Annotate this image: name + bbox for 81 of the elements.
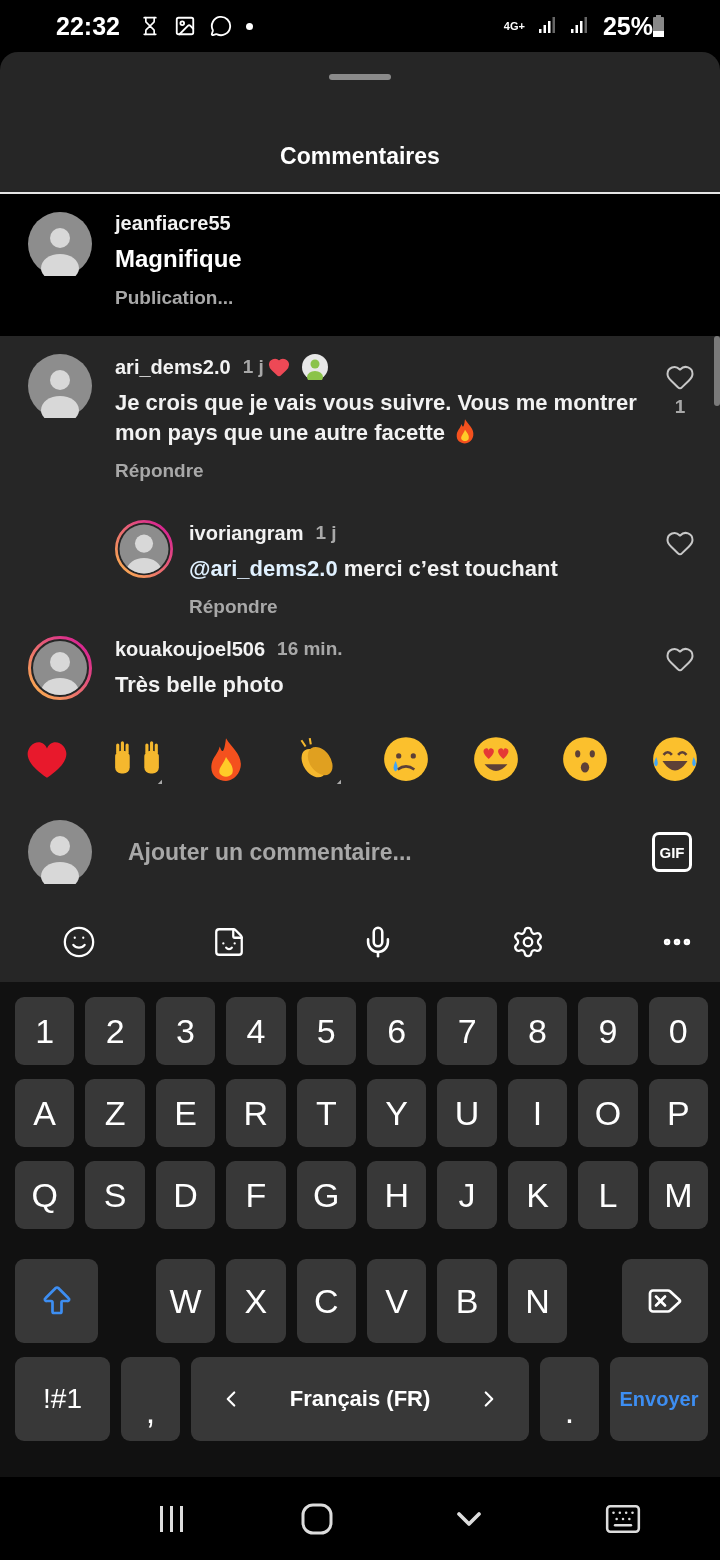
comment-text: Très belle photo	[115, 671, 285, 699]
keyboard-key[interactable]: Y	[367, 1079, 427, 1147]
keyboard-key[interactable]: D	[155, 1161, 216, 1229]
keyboard-key[interactable]: Q	[15, 1161, 75, 1229]
keyboard-key[interactable]: G	[296, 1161, 356, 1229]
like-count: 1	[674, 396, 686, 418]
keyboard-key[interactable]: Z	[85, 1079, 145, 1147]
keyboard-key[interactable]: S	[85, 1161, 145, 1229]
recent-apps-icon[interactable]	[157, 1505, 186, 1532]
signal-icon	[538, 17, 557, 35]
symbols-key[interactable]: !#1	[15, 1357, 110, 1441]
space-key[interactable]: Français (FR)	[191, 1357, 529, 1441]
status-time: 22:32	[56, 11, 120, 41]
sheet-title: Commentaires	[279, 142, 441, 171]
comment-input[interactable]: Ajouter un commentaire...	[126, 837, 618, 867]
keyboard-key[interactable]: 4	[226, 997, 286, 1065]
drag-handle[interactable]	[329, 74, 391, 80]
reply-link[interactable]: Répondre	[115, 460, 637, 482]
keyboard-key[interactable]: 6	[367, 997, 427, 1065]
keyboard-key[interactable]: V	[367, 1259, 427, 1343]
reply-link[interactable]: Répondre	[189, 596, 644, 618]
avatar[interactable]	[28, 212, 92, 276]
avatar[interactable]	[28, 820, 92, 884]
image-icon	[173, 15, 196, 37]
username[interactable]: kouakoujoel506	[115, 637, 266, 661]
keyboard-key[interactable]: X	[226, 1259, 286, 1343]
keyboard-key[interactable]: C	[296, 1259, 356, 1343]
keyboard-key[interactable]: 1	[15, 997, 75, 1065]
comment-text: Je crois que je vais vous suivre. Vous me montrer mon pays que une autre facette	[115, 389, 637, 447]
posting-status: Publication...	[115, 287, 235, 309]
notification-dot	[245, 22, 253, 30]
keyboard-key[interactable]: 9	[578, 997, 638, 1065]
keyboard-key[interactable]: P	[648, 1079, 708, 1147]
keyboard-key[interactable]: 3	[155, 997, 216, 1065]
network-type: 4G+	[503, 20, 525, 32]
shift-key[interactable]	[15, 1259, 98, 1343]
keyboard-key[interactable]: 8	[507, 997, 568, 1065]
keyboard-key[interactable]: 0	[648, 997, 708, 1065]
battery-level: 25%	[602, 11, 653, 41]
keyboard-key[interactable]: T	[296, 1079, 356, 1147]
keyboard-key[interactable]: A	[15, 1079, 75, 1147]
keyboard-key[interactable]: ,	[121, 1357, 180, 1441]
keyboard-key[interactable]: O	[578, 1079, 638, 1147]
keyboard-key[interactable]: W	[155, 1259, 216, 1343]
keyboard-key[interactable]: .	[540, 1357, 599, 1441]
scrollbar[interactable]	[714, 336, 720, 406]
avatar[interactable]	[28, 354, 92, 418]
chat-icon	[209, 15, 232, 37]
comment-time: 1 j	[315, 522, 337, 544]
keyboard-key[interactable]: L	[578, 1161, 638, 1229]
gif-button[interactable]: GIF	[652, 832, 692, 872]
avatar[interactable]	[28, 636, 92, 700]
keyboard-key[interactable]: N	[507, 1259, 568, 1343]
keyboard-key[interactable]: E	[155, 1079, 216, 1147]
keyboard-key[interactable]: R	[226, 1079, 286, 1147]
keyboard-key[interactable]: J	[437, 1161, 497, 1229]
keyboard-key[interactable]: M	[648, 1161, 708, 1229]
keyboard-key[interactable]: B	[437, 1259, 497, 1343]
home-icon[interactable]	[301, 1502, 334, 1535]
send-key[interactable]: Envoyer	[610, 1357, 708, 1441]
keyboard-key[interactable]: 5	[296, 997, 356, 1065]
keyboard-key[interactable]: F	[226, 1161, 286, 1229]
keyboard-key[interactable]: U	[437, 1079, 497, 1147]
comment-text: Magnifique	[115, 245, 243, 273]
battery-icon	[653, 15, 664, 37]
keyboard-key[interactable]: K	[507, 1161, 568, 1229]
comment-time: 1 j	[242, 356, 264, 378]
username[interactable]: ivoriangram	[189, 521, 304, 545]
comment-time: 16 min.	[277, 638, 343, 660]
comment-text: @ari_dems2.0 merci c’est touchant	[189, 555, 559, 583]
signal-icon	[570, 17, 589, 35]
avatar[interactable]	[115, 520, 173, 578]
username[interactable]: jeanfiacre55	[115, 212, 720, 235]
username[interactable]: ari_dems2.0	[115, 355, 231, 379]
keyboard-key[interactable]: 2	[85, 997, 145, 1065]
author-avatar	[301, 354, 328, 380]
keyboard-key[interactable]: I	[507, 1079, 568, 1147]
emoji-icon[interactable]	[62, 925, 96, 959]
backspace-key[interactable]	[622, 1259, 708, 1343]
keyboard-key[interactable]: 7	[437, 997, 497, 1065]
keyboard-key[interactable]: H	[367, 1161, 427, 1229]
